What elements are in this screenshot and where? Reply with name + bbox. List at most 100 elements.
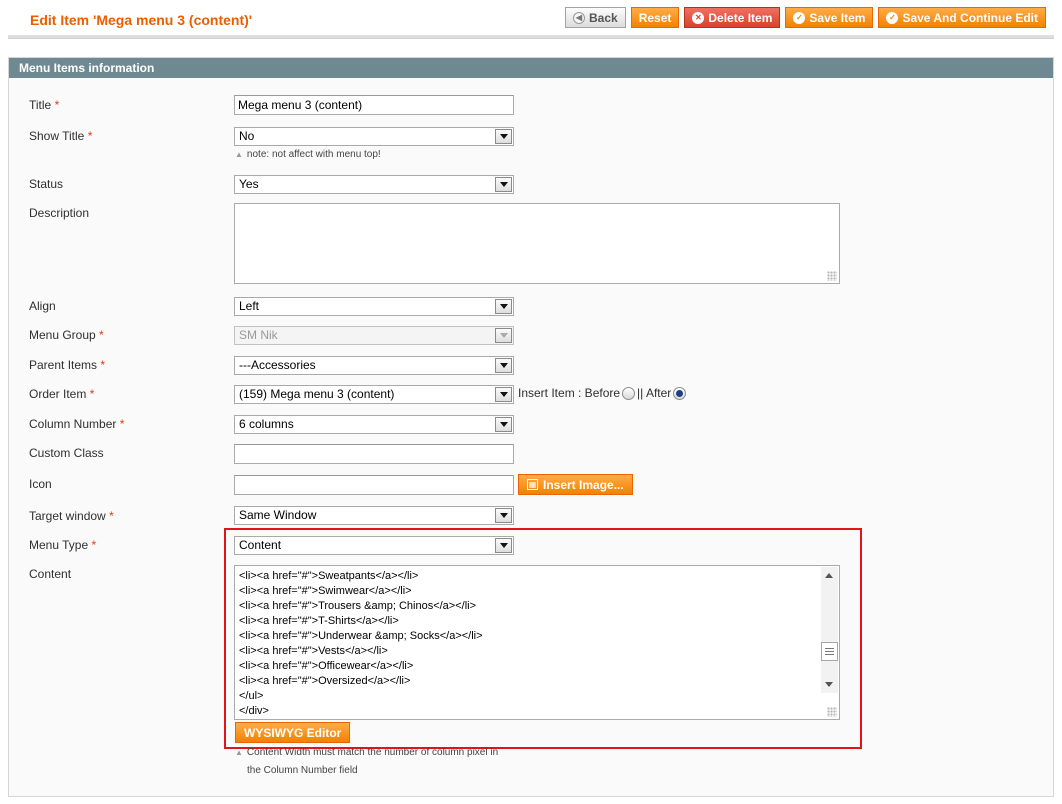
parent-items-value: ---Accessories <box>239 358 316 372</box>
show-title-label: Show Title * <box>29 129 92 143</box>
show-title-label-text: Show Title <box>29 129 85 143</box>
content-note-line1: Content Width must match the number of c… <box>246 747 499 758</box>
scroll-thumb[interactable] <box>821 642 838 661</box>
back-button[interactable]: ◀ Back <box>565 7 626 28</box>
order-item-value: (159) Mega menu 3 (content) <box>239 387 395 401</box>
image-icon: ▦ <box>527 479 538 490</box>
delete-item-button[interactable]: ✕ Delete Item <box>684 7 781 28</box>
custom-class-label: Custom Class <box>29 446 104 460</box>
content-textarea[interactable]: <li><a href="#">Sweatpants</a></li> <li>… <box>234 565 840 720</box>
code-line: <li><a href="#">Underwear &amp; Socks</a… <box>239 630 483 642</box>
content-note: ▲ Content Width must match the number of … <box>235 744 498 780</box>
required-marker: * <box>100 358 106 372</box>
resize-grip-icon[interactable] <box>827 271 837 281</box>
title-input[interactable]: Mega menu 3 (content) <box>234 95 514 115</box>
parent-items-label: Parent Items * <box>29 358 105 372</box>
show-title-note: ▲ note: not affect with menu top! <box>235 146 381 164</box>
menu-group-select: SM Nik <box>234 326 514 345</box>
insert-image-button[interactable]: ▦ Insert Image... <box>518 474 633 495</box>
required-marker: * <box>99 328 104 342</box>
code-line: <li><a href="#">Sweatpants</a></li> <box>239 570 419 582</box>
order-item-label: Order Item * <box>29 387 94 401</box>
checkmark-icon: ✓ <box>793 11 806 24</box>
align-value: Left <box>239 299 260 313</box>
content-scrollbar[interactable] <box>821 567 838 693</box>
insert-position: Insert Item : Before || After <box>518 386 687 400</box>
chevron-down-icon <box>495 177 512 192</box>
code-line: </ul> <box>239 690 264 702</box>
required-marker: * <box>109 509 114 523</box>
icon-label: Icon <box>29 477 52 491</box>
target-window-value: Same Window <box>239 508 317 522</box>
icon-input[interactable] <box>234 475 514 495</box>
resize-grip-icon[interactable] <box>827 707 837 717</box>
toolbar: ◀ Back Reset ✕ Delete Item ✓ Save Item ✓… <box>565 7 1047 28</box>
code-line: <li><a href="#">T-Shirts</a></li> <box>239 615 399 627</box>
show-title-note-text: note: not affect with menu top! <box>246 149 381 160</box>
required-marker: * <box>89 387 95 401</box>
required-marker: * <box>91 538 97 552</box>
description-label: Description <box>29 206 90 220</box>
order-item-label-text: Order Item <box>29 387 87 401</box>
code-line: </div> <box>239 705 269 717</box>
code-line: <li><a href="#">Trousers &amp; Chinos</a… <box>239 600 477 612</box>
chevron-down-icon <box>495 387 512 402</box>
save-and-continue-button[interactable]: ✓ Save And Continue Edit <box>878 7 1047 28</box>
title-label: Title * <box>29 98 59 112</box>
save-item-button-label: Save Item <box>809 10 866 25</box>
save-item-button[interactable]: ✓ Save Item <box>785 7 874 28</box>
status-select[interactable]: Yes <box>234 175 514 194</box>
radio-after[interactable] <box>673 386 687 400</box>
parent-items-select[interactable]: ---Accessories <box>234 356 514 375</box>
column-number-label: Column Number * <box>29 417 124 431</box>
triangle-up-icon: ▲ <box>235 748 243 757</box>
column-number-label-text: Column Number <box>29 417 117 431</box>
save-and-continue-button-label: Save And Continue Edit <box>902 10 1039 25</box>
insert-image-label: Insert Image... <box>543 477 624 492</box>
reset-button-label: Reset <box>638 10 672 25</box>
left-arrow-icon: ◀ <box>573 11 585 24</box>
code-line: <li><a href="#">Oversized</a></li> <box>239 675 411 687</box>
menu-type-select[interactable]: Content <box>234 536 514 555</box>
target-window-label: Target window * <box>29 509 114 523</box>
content-code: <li><a href="#">Sweatpants</a></li> <li>… <box>235 566 839 719</box>
target-window-label-text: Target window <box>29 509 106 523</box>
menu-type-value: Content <box>239 538 282 552</box>
column-number-select[interactable]: 6 columns <box>234 415 514 434</box>
reset-button[interactable]: Reset <box>630 7 680 28</box>
chevron-down-icon <box>495 129 512 144</box>
parent-items-label-text: Parent Items <box>29 358 98 372</box>
menu-type-label: Menu Type * <box>29 538 96 552</box>
content-note-line2: the Column Number field <box>247 765 358 776</box>
order-item-select[interactable]: (159) Mega menu 3 (content) <box>234 385 514 404</box>
chevron-down-icon <box>495 358 512 373</box>
description-textarea[interactable] <box>234 203 840 284</box>
delete-item-button-label: Delete Item <box>708 10 773 25</box>
checkmark-icon: ✓ <box>886 11 899 24</box>
required-marker: * <box>119 417 125 431</box>
radio-before[interactable] <box>622 386 636 400</box>
show-title-value: No <box>239 129 255 143</box>
triangle-up-icon: ▲ <box>235 150 243 159</box>
chevron-down-icon <box>495 508 512 523</box>
chevron-down-icon <box>495 328 512 343</box>
back-button-label: Back <box>589 10 618 25</box>
status-label: Status <box>29 177 64 191</box>
scroll-up-icon[interactable] <box>825 573 833 578</box>
title-label-text: Title <box>29 98 52 112</box>
show-title-select[interactable]: No <box>234 127 514 146</box>
custom-class-input[interactable] <box>234 444 514 464</box>
page-title: Edit Item 'Mega menu 3 (content)' <box>30 12 253 28</box>
align-select[interactable]: Left <box>234 297 514 316</box>
column-number-value: 6 columns <box>239 417 294 431</box>
header-divider <box>8 35 1054 39</box>
wysiwyg-editor-button[interactable]: WYSIWYG Editor <box>235 722 351 743</box>
insert-item-label: Insert Item : Before <box>518 386 621 400</box>
code-line: <li><a href="#">Vests</a></li> <box>239 645 388 657</box>
code-line: <li><a href="#">Officewear</a></li> <box>239 660 414 672</box>
chevron-down-icon <box>495 538 512 553</box>
target-window-select[interactable]: Same Window <box>234 506 514 525</box>
scroll-down-icon[interactable] <box>825 682 833 687</box>
code-line: <li><a href="#">Swimwear</a></li> <box>239 585 412 597</box>
section-header: Menu Items information <box>9 58 1053 78</box>
